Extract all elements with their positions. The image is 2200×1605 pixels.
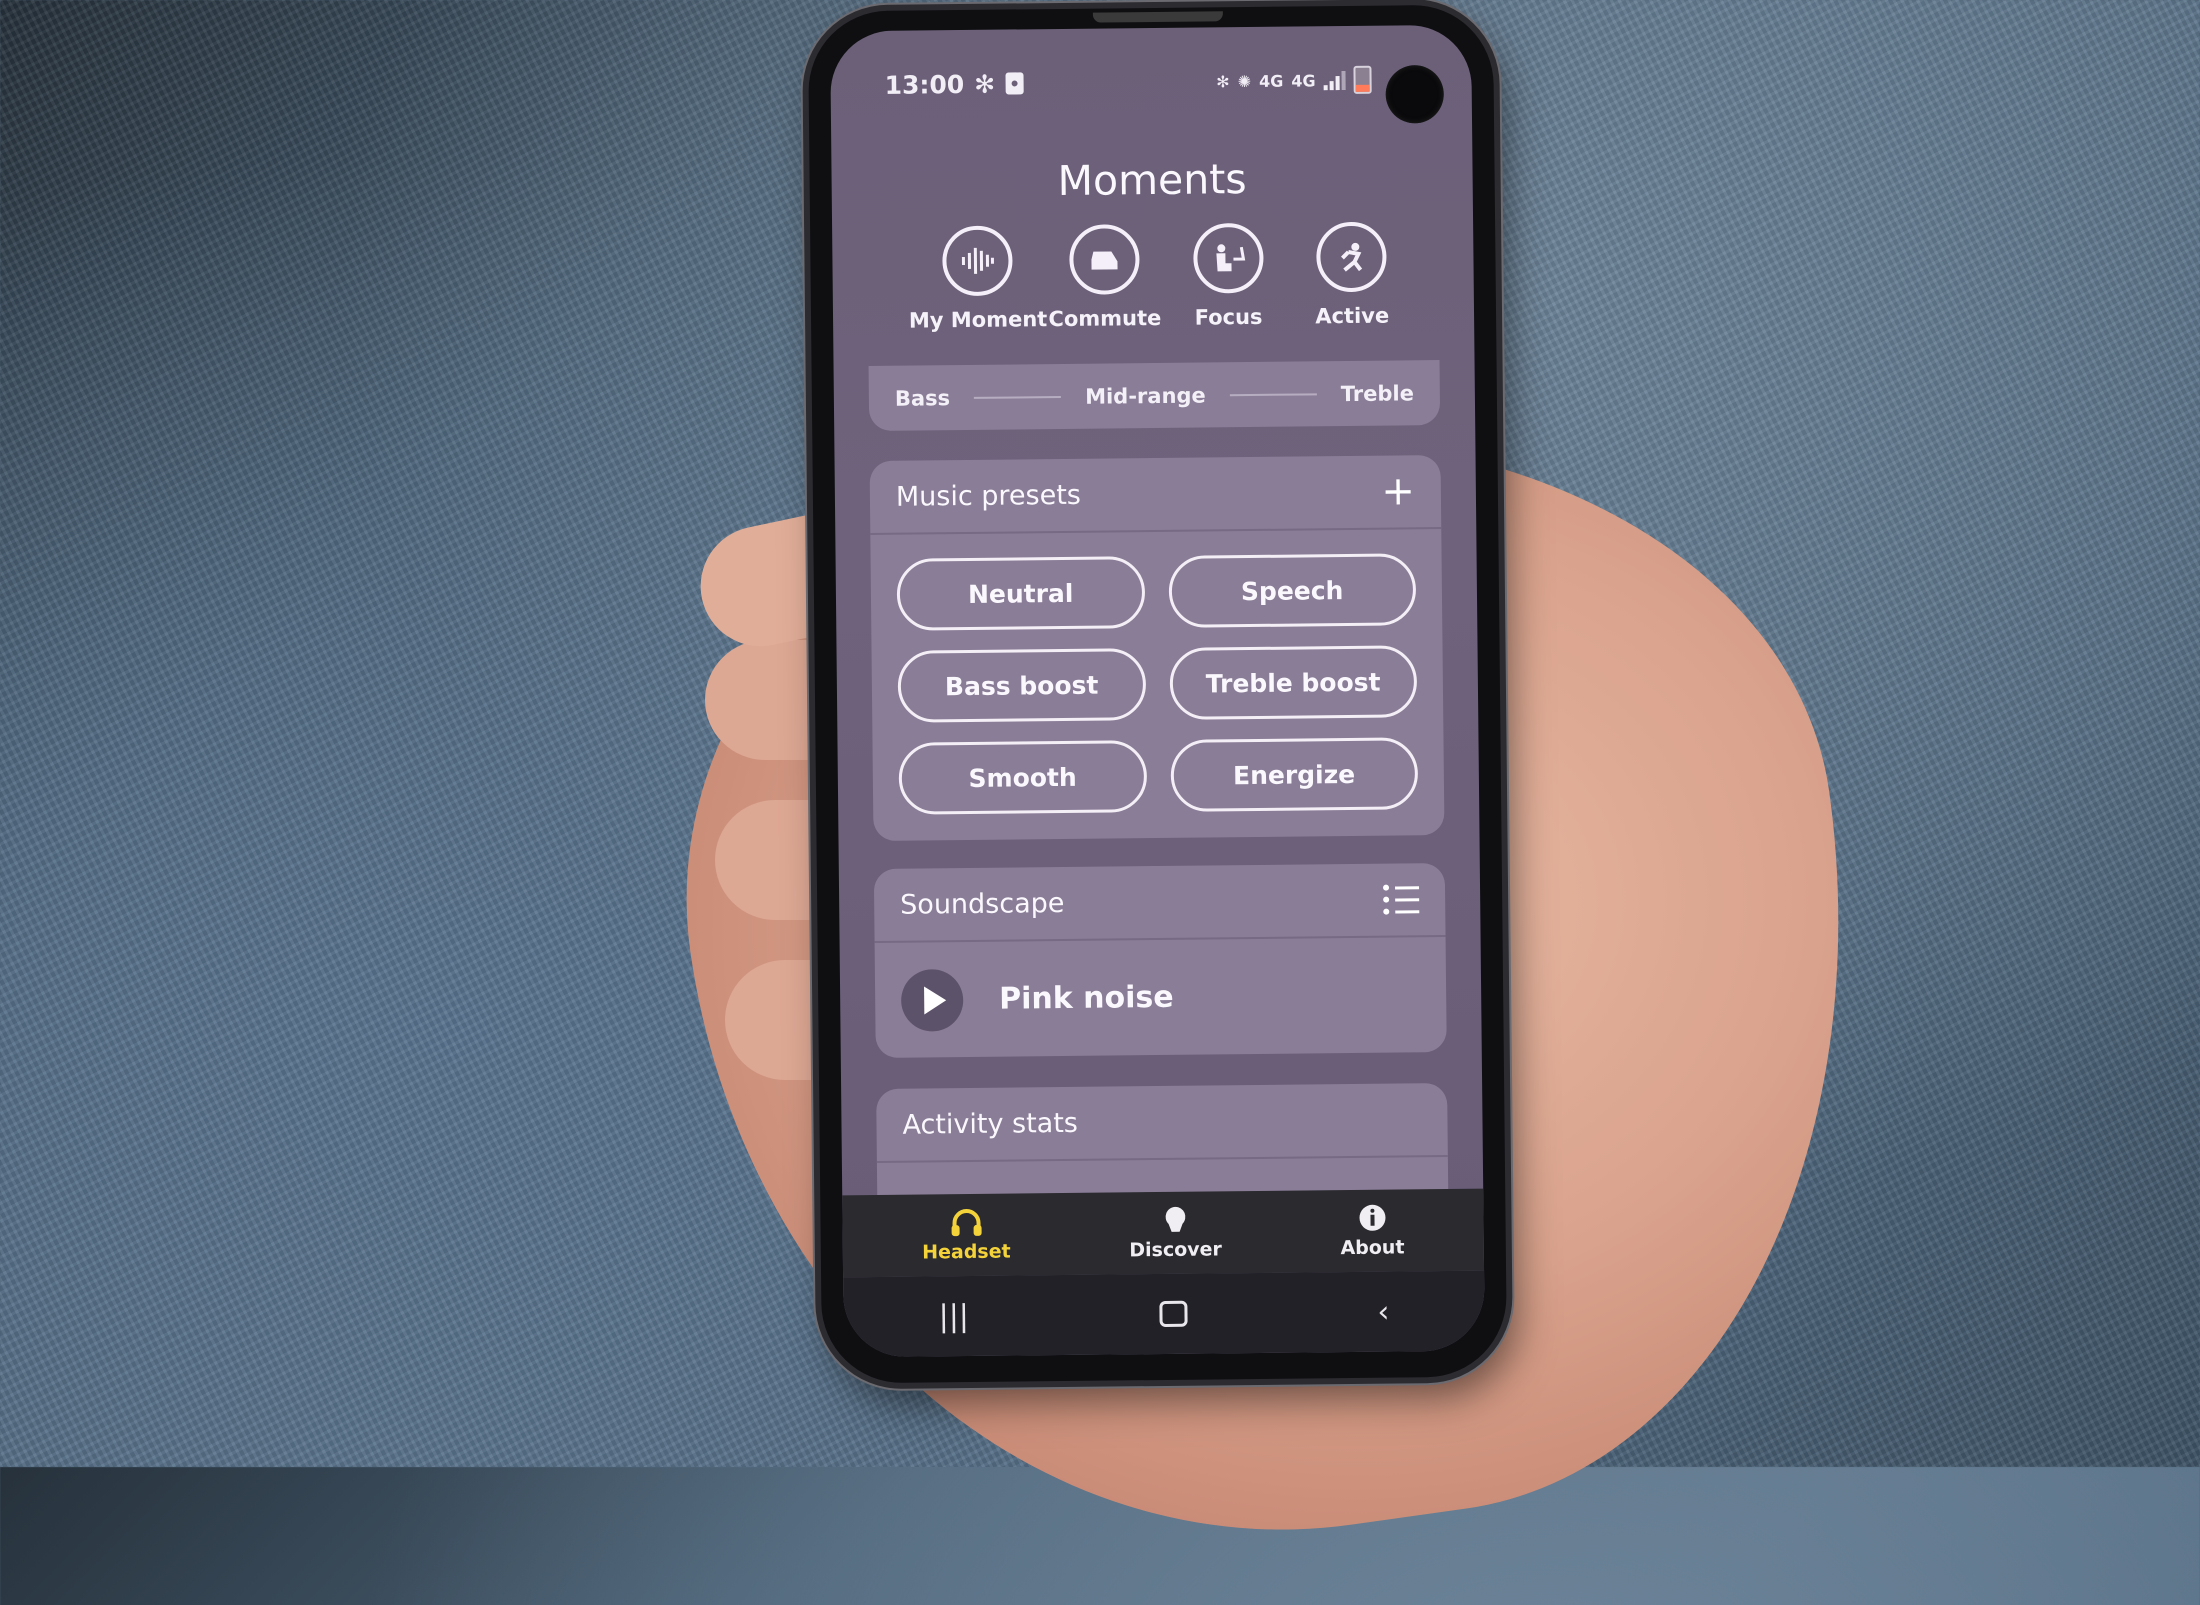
runner-icon xyxy=(1316,222,1387,293)
moments-selector: My Moment Commute Focus Active xyxy=(892,221,1434,333)
equalizer-bar[interactable]: Bass Mid-range Treble xyxy=(869,360,1441,431)
eq-treble-label: Treble xyxy=(1341,381,1414,406)
moment-my-moment[interactable]: My Moment xyxy=(912,225,1043,332)
front-camera xyxy=(1385,65,1444,124)
home-button[interactable] xyxy=(1159,1301,1187,1327)
bluetooth-icon: ✻ xyxy=(1216,72,1230,91)
headset-icon xyxy=(949,1207,983,1241)
music-presets-title: Music presets xyxy=(896,479,1081,512)
moment-label: Active xyxy=(1315,304,1389,329)
eq-divider xyxy=(1230,393,1317,396)
soundscape-name: Pink noise xyxy=(999,980,1174,1017)
back-button[interactable]: ‹ xyxy=(1377,1294,1389,1329)
notification-icon xyxy=(1005,72,1023,94)
pinwheel-icon: ✻ xyxy=(974,69,995,98)
moment-active[interactable]: Active xyxy=(1289,221,1414,328)
eq-bass-label: Bass xyxy=(895,386,950,411)
tab-about[interactable]: About xyxy=(1340,1202,1405,1259)
phone-screen: 13:00 ✻ ✻ ✺ 4G 4G Moments My Moment xyxy=(830,25,1485,1358)
music-presets-header: Music presets + xyxy=(870,455,1442,535)
soundscape-header: Soundscape xyxy=(874,863,1446,943)
soundwave-icon xyxy=(942,225,1013,296)
battery-icon xyxy=(1353,66,1371,94)
soundscape-title: Soundscape xyxy=(900,887,1065,920)
moment-label: My Moment xyxy=(909,307,1048,332)
network-label: 4G xyxy=(1259,71,1283,90)
system-nav-bar: ||| ‹ xyxy=(843,1271,1485,1358)
activity-stats-title: Activity stats xyxy=(902,1107,1078,1140)
moment-commute[interactable]: Commute xyxy=(1042,224,1167,331)
eq-divider xyxy=(974,395,1061,398)
add-preset-button[interactable]: + xyxy=(1381,471,1415,511)
tab-discover[interactable]: Discover xyxy=(1129,1204,1222,1261)
info-icon xyxy=(1357,1203,1387,1237)
phone: 13:00 ✻ ✻ ✺ 4G 4G Moments My Moment xyxy=(808,4,1507,1383)
soundscape-card: Soundscape Pink noise xyxy=(874,863,1447,1058)
moment-focus[interactable]: Focus xyxy=(1166,223,1291,330)
tab-label: About xyxy=(1340,1236,1404,1259)
music-presets-card: Music presets + Neutral Speech Bass boos… xyxy=(870,455,1445,841)
earpiece xyxy=(1093,11,1223,22)
clock: 13:00 xyxy=(884,69,964,99)
preset-neutral[interactable]: Neutral xyxy=(897,556,1145,631)
activity-stats-header: Activity stats xyxy=(876,1083,1448,1163)
moment-label: Focus xyxy=(1195,305,1263,330)
bottom-tab-bar: Headset Discover About xyxy=(842,1189,1484,1278)
eq-mid-label: Mid-range xyxy=(1085,383,1206,408)
list-icon[interactable] xyxy=(1383,884,1419,914)
vibrate-icon: ✺ xyxy=(1238,71,1252,90)
preset-speech[interactable]: Speech xyxy=(1168,553,1416,628)
recents-button[interactable]: ||| xyxy=(938,1299,969,1334)
preset-bass-boost[interactable]: Bass boost xyxy=(898,648,1146,723)
moment-label: Commute xyxy=(1048,306,1161,331)
car-seat-icon xyxy=(1069,224,1140,295)
desk-person-icon xyxy=(1193,223,1264,294)
play-button[interactable] xyxy=(901,969,964,1032)
signal-icon xyxy=(1323,70,1345,90)
tab-headset[interactable]: Headset xyxy=(922,1207,1011,1264)
preset-smooth[interactable]: Smooth xyxy=(898,740,1146,815)
tab-label: Discover xyxy=(1129,1238,1222,1261)
preset-treble-boost[interactable]: Treble boost xyxy=(1169,645,1417,720)
network-label: 4G xyxy=(1291,71,1315,90)
preset-energize[interactable]: Energize xyxy=(1170,737,1418,812)
tab-label: Headset xyxy=(922,1241,1011,1264)
status-bar: 13:00 ✻ ✻ ✺ 4G 4G xyxy=(884,60,1371,105)
preset-grid: Neutral Speech Bass boost Treble boost S… xyxy=(870,529,1444,841)
page-title: Moments xyxy=(831,153,1472,208)
lightbulb-icon xyxy=(1162,1205,1188,1239)
soundscape-row: Pink noise xyxy=(875,937,1447,1058)
